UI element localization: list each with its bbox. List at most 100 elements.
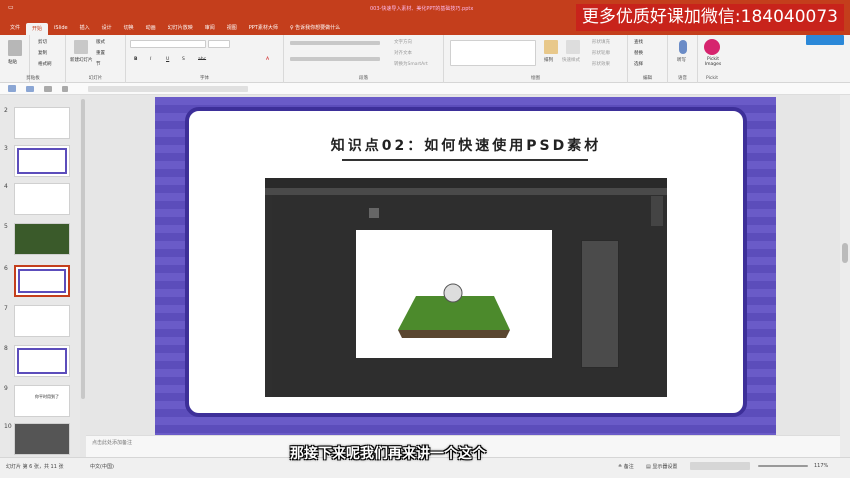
zoom-level[interactable]: 117% (814, 463, 828, 469)
shape-outline-button[interactable]: 形状轮廓 (592, 50, 610, 56)
shapes-gallery[interactable] (450, 40, 536, 66)
align-buttons[interactable] (290, 57, 380, 61)
clipboard-group-label: 剪贴板 (26, 76, 40, 81)
strikethrough-button[interactable]: abc (198, 57, 206, 62)
quick-styles-icon[interactable] (566, 40, 580, 54)
slide-number: 9 (4, 385, 8, 392)
share-button[interactable] (806, 35, 844, 45)
paste-label: 粘贴 (8, 60, 17, 65)
microphone-icon[interactable] (679, 40, 687, 54)
watermark-banner: 更多优质好课加微信:184040073 (575, 4, 844, 31)
slide-thumbnail-row[interactable]: 10 (0, 423, 80, 457)
slide-thumbnail[interactable] (14, 345, 70, 377)
smartart-button[interactable]: 转换为SmartArt (394, 61, 428, 67)
pickit-images-label: Pickit Images (704, 57, 722, 67)
save-icon[interactable] (8, 85, 16, 92)
shape-fill-button[interactable]: 形状填充 (592, 39, 610, 45)
slide-number: 2 (4, 107, 8, 114)
ribbon: 粘贴 剪切 复制 格式刷 剪贴板 新建幻灯片 版式 重置 节 幻灯片 B I U… (0, 35, 850, 83)
slide-thumbnail-row[interactable]: 3 (0, 145, 80, 179)
slide-thumbnail-row[interactable]: 4 (0, 183, 80, 217)
slide-number: 8 (4, 345, 8, 352)
redo-icon[interactable] (44, 86, 52, 92)
photoshop-screenshot[interactable] (265, 178, 667, 397)
tab-8[interactable]: 审阅 (199, 22, 221, 34)
tab-11[interactable]: ♀ 告诉我你想要做什么 (284, 22, 346, 34)
ps-document-canvas (356, 230, 552, 358)
slide-counter: 幻灯片 第 6 张，共 11 张 (6, 464, 64, 470)
slide-number: 7 (4, 305, 8, 312)
tab-0[interactable]: 文件 (4, 22, 26, 34)
find-button[interactable]: 查找 (634, 39, 643, 45)
qat-tools[interactable] (88, 86, 248, 92)
slide-thumbnail[interactable] (14, 145, 70, 177)
tab-10[interactable]: PPT素材大师 (243, 22, 284, 34)
font-name-select[interactable] (130, 40, 206, 48)
new-slide-icon[interactable] (74, 40, 88, 54)
slide-thumbnail[interactable] (14, 223, 70, 255)
save-icon[interactable]: ▭ (8, 4, 14, 11)
format-painter-button[interactable]: 格式刷 (38, 61, 52, 67)
align-text-button[interactable]: 对齐文本 (394, 50, 412, 56)
arrange-icon[interactable] (544, 40, 558, 54)
slide-thumbnail-row[interactable]: 2 (0, 107, 80, 141)
zoom-slider[interactable] (758, 465, 808, 467)
view-buttons[interactable] (690, 462, 750, 470)
slide-thumbnail[interactable] (14, 183, 70, 215)
paste-icon[interactable] (8, 40, 22, 56)
font-size-select[interactable] (208, 40, 230, 48)
group-font: B I U S abc A 字体 (126, 35, 284, 83)
scrollbar-thumb[interactable] (81, 99, 85, 399)
slide-thumbnail-row[interactable]: 9 你平时用到了 (0, 385, 80, 419)
underline-button[interactable]: U (166, 57, 169, 62)
group-drawing: 排列 快速样式 形状填充 形状轮廓 形状效果 绘图 (444, 35, 628, 83)
scrollbar-thumb[interactable] (842, 243, 848, 263)
bold-button[interactable]: B (134, 57, 137, 62)
cut-button[interactable]: 剪切 (38, 39, 47, 45)
section-button[interactable]: 节 (96, 61, 101, 67)
tab-7[interactable]: 幻灯片放映 (162, 22, 199, 34)
slide-thumbnail-row[interactable]: 7 (0, 305, 80, 339)
select-button[interactable]: 选择 (634, 61, 643, 67)
copy-button[interactable]: 复制 (38, 50, 47, 56)
tab-1[interactable]: 开始 (26, 23, 49, 35)
slide-title[interactable]: 知识点02：如何快速使用PSD素材 (189, 135, 743, 155)
thumbnail-caption: 你平时用到了 (35, 394, 59, 399)
tab-6[interactable]: 动画 (140, 22, 162, 34)
slide-thumbnail[interactable]: 你平时用到了 (14, 385, 70, 417)
shadow-button[interactable]: S (182, 57, 185, 62)
tab-2[interactable]: iSlide (48, 22, 74, 34)
tab-4[interactable]: 设计 (96, 22, 118, 34)
layout-button[interactable]: 版式 (96, 39, 105, 45)
pickit-icon[interactable] (704, 39, 720, 55)
group-pickit: Pickit Images Pickit (698, 35, 726, 83)
slide-number: 6 (4, 265, 8, 272)
reset-button[interactable]: 重置 (96, 50, 105, 56)
italic-button[interactable]: I (150, 57, 151, 62)
shape-effects-button[interactable]: 形状效果 (592, 61, 610, 67)
slide-thumbnail[interactable] (14, 265, 70, 297)
tab-9[interactable]: 视图 (221, 22, 243, 34)
slide-thumbnail[interactable] (14, 423, 70, 455)
slide-thumbnail[interactable] (14, 305, 70, 337)
thumbnail-frame (18, 269, 66, 293)
slide-thumbnail[interactable] (14, 107, 70, 139)
quick-styles-label: 快速样式 (562, 58, 580, 63)
display-settings-button[interactable]: ▤ 显示器设置 (646, 463, 677, 470)
pickit-group-label: Pickit (706, 76, 718, 81)
tab-5[interactable]: 切换 (118, 22, 140, 34)
voice-group-label: 语音 (678, 76, 687, 81)
tab-3[interactable]: 插入 (74, 22, 96, 34)
slide-thumbnail-row[interactable]: 8 (0, 345, 80, 379)
replace-button[interactable]: 替换 (634, 50, 643, 56)
undo-icon[interactable] (26, 86, 34, 92)
notes-button[interactable]: ≙ 备注 (618, 463, 634, 470)
start-slideshow-icon[interactable] (62, 86, 68, 92)
text-direction-button[interactable]: 文字方向 (394, 39, 412, 45)
soccer-field-image (398, 283, 510, 338)
font-color-button[interactable]: A (266, 57, 269, 62)
slide-thumbnail-row[interactable]: 6 (0, 265, 80, 299)
list-buttons[interactable] (290, 41, 380, 45)
slide-thumbnail-row[interactable]: 5 (0, 223, 80, 257)
canvas-scrollbar[interactable] (840, 95, 850, 457)
